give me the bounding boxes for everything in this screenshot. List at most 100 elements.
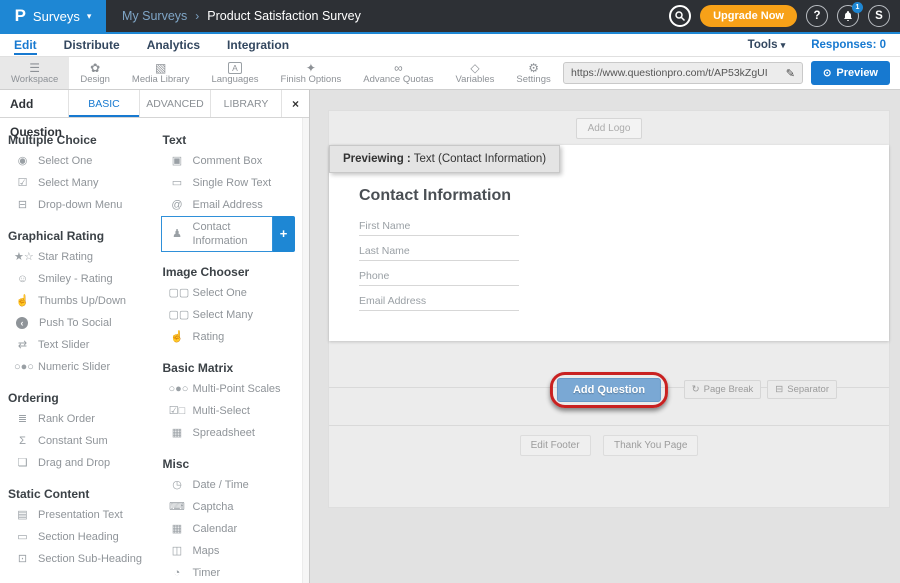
panel-title: Add Question xyxy=(0,90,68,117)
question-type-email-address[interactable]: @ Email Address xyxy=(155,194,310,216)
notifications-button[interactable]: 1 xyxy=(837,5,859,27)
page-break-button[interactable]: ↻Page Break xyxy=(684,380,762,399)
question-type-label: Timer xyxy=(193,566,221,580)
question-type-single-row-text[interactable]: ▭Single Row Text xyxy=(155,172,310,194)
field-first-name[interactable]: First Name xyxy=(359,215,519,236)
question-type-maps[interactable]: ◫Maps xyxy=(155,540,310,562)
question-type-label: Comment Box xyxy=(193,154,263,168)
question-type-section-heading[interactable]: ▭Section Heading xyxy=(0,526,155,548)
product-switcher[interactable]: P Surveys ▾ xyxy=(0,0,106,32)
breadcrumb-my-surveys[interactable]: My Surveys xyxy=(122,9,187,23)
question-mark-icon: ? xyxy=(813,10,820,22)
question-type-drag-and-drop[interactable]: ❏Drag and Drop xyxy=(0,452,155,474)
question-type-select-many[interactable]: ☑Select Many xyxy=(0,172,155,194)
annotation-highlight: Add Question xyxy=(550,372,668,408)
question-type-label: Star Rating xyxy=(38,250,93,264)
question-type-rating[interactable]: ☝Rating xyxy=(155,326,310,348)
question-type-numeric-slider[interactable]: ○●○Numeric Slider xyxy=(0,356,155,378)
question-type-label: Drag and Drop xyxy=(38,456,110,470)
chain-links-icon: ∞ xyxy=(394,62,403,74)
question-type-thumbs-up-down[interactable]: ☝Thumbs Up/Down xyxy=(0,290,155,312)
upgrade-now-button[interactable]: Upgrade Now xyxy=(700,5,797,27)
question-type-label: Multi-Select xyxy=(193,404,250,418)
question-type-label: Multi-Point Scales xyxy=(193,382,281,396)
question-type-rank-order[interactable]: ≣Rank Order xyxy=(0,408,155,430)
question-type-captcha[interactable]: ⌨Captcha xyxy=(155,496,310,518)
question-column-1: Multiple Choice◉Select One☑Select Many⊟D… xyxy=(0,120,155,583)
toolbar-media-library[interactable]: ▧Media Library xyxy=(121,57,201,89)
toolbar-advance-quotas[interactable]: ∞Advance Quotas xyxy=(352,57,444,89)
question-type-text-slider[interactable]: ⇄Text Slider xyxy=(0,334,155,356)
question-type-timer[interactable]: ◔Timer xyxy=(155,562,310,583)
field-last-name[interactable]: Last Name xyxy=(359,240,519,261)
question-type-date-time[interactable]: ◷Date / Time xyxy=(155,474,310,496)
add-contact-information-button[interactable]: + xyxy=(273,216,295,252)
edit-url-icon[interactable]: ✎ xyxy=(786,67,795,80)
tab-integration[interactable]: Integration xyxy=(227,38,289,52)
tab-edit[interactable]: Edit xyxy=(14,38,37,55)
search-button[interactable] xyxy=(669,5,691,27)
separator-icon: ⊟ xyxy=(775,384,783,395)
toolbar-variables[interactable]: ◇Variables xyxy=(445,57,506,89)
question-type-constant-sum[interactable]: ΣConstant Sum xyxy=(0,430,155,452)
field-phone[interactable]: Phone xyxy=(359,265,519,286)
help-button[interactable]: ? xyxy=(806,5,828,27)
question-type-label: Select One xyxy=(38,154,92,168)
panel-tab-basic[interactable]: BASIC xyxy=(68,90,139,117)
toolbar-design[interactable]: ✿Design xyxy=(69,57,121,89)
breadcrumb-current-survey: Product Satisfaction Survey xyxy=(207,9,361,23)
question-type-contact-information[interactable]: ♟Contact Information+ xyxy=(161,216,273,252)
toolbar-settings[interactable]: ⚙Settings xyxy=(505,57,561,89)
question-type-select-one[interactable]: ◉Select One xyxy=(0,150,155,172)
notification-badge: 1 xyxy=(852,2,863,13)
thank-you-page-button[interactable]: Thank You Page xyxy=(603,435,698,456)
toolbar-workspace[interactable]: ☰Workspace xyxy=(0,57,69,89)
question-type-multi-select[interactable]: ☑□Multi-Select xyxy=(155,400,310,422)
toolbar-languages[interactable]: ALanguages xyxy=(200,57,269,89)
question-type-drop-down-menu[interactable]: ⊟Drop-down Menu xyxy=(0,194,155,216)
group-title-static-content: Static Content xyxy=(0,487,155,501)
toolbar-finish-options[interactable]: ✦Finish Options xyxy=(270,57,353,89)
question-type-comment-box[interactable]: ▣Comment Box xyxy=(155,150,310,172)
survey-url-field[interactable]: https://www.questionpro.com/t/AP53kZgUI … xyxy=(563,62,803,84)
image-rating-icon: ☝ xyxy=(169,330,186,344)
add-question-button[interactable]: Add Question xyxy=(557,378,661,402)
question-type-push-to-social[interactable]: ‹Push To Social xyxy=(0,312,155,334)
question-type-calendar[interactable]: ▦Calendar xyxy=(155,518,310,540)
question-type-spreadsheet[interactable]: ▦Spreadsheet xyxy=(155,422,310,444)
panel-tab-advanced[interactable]: ADVANCED xyxy=(139,90,210,117)
question-type-presentation-text[interactable]: ▤Presentation Text xyxy=(0,504,155,526)
add-logo-button[interactable]: Add Logo xyxy=(576,118,643,139)
preview-button[interactable]: ⊙ Preview xyxy=(811,61,890,85)
toolbar-label-media-library: Media Library xyxy=(132,75,190,85)
question-type-label: Select Many xyxy=(38,176,99,190)
question-type-multi-point-scales[interactable]: ○●○Multi-Point Scales xyxy=(155,378,310,400)
avatar[interactable]: S xyxy=(868,5,890,27)
previewing-label: Previewing : Text (Contact Information) xyxy=(329,145,560,173)
thumbs-icon: ☝ xyxy=(14,294,31,308)
responses-count[interactable]: Responses: 0 xyxy=(811,39,886,51)
toolbar-label-design: Design xyxy=(80,75,110,85)
question-column-2: Text▣Comment Box▭Single Row Text@Email A… xyxy=(155,120,310,583)
question-type-star-rating[interactable]: ★☆Star Rating xyxy=(0,246,155,268)
page-footer-row: Edit Footer Thank You Page xyxy=(329,425,889,456)
question-type-label: Email Address xyxy=(193,198,263,212)
question-type-select-many[interactable]: ▢▢Select Many xyxy=(155,304,310,326)
field-email-address[interactable]: Email Address xyxy=(359,290,519,311)
header-actions: Upgrade Now ? 1 S xyxy=(669,5,900,27)
tab-distribute[interactable]: Distribute xyxy=(64,38,120,52)
logo-row: Add Logo xyxy=(329,111,889,145)
tools-menu[interactable]: Tools ▾ xyxy=(748,39,786,51)
toolbar-label-settings: Settings xyxy=(516,75,550,85)
tab-analytics[interactable]: Analytics xyxy=(147,38,200,52)
question-type-smiley-rating[interactable]: ☺Smiley - Rating xyxy=(0,268,155,290)
question-type-columns: Multiple Choice◉Select One☑Select Many⊟D… xyxy=(0,118,309,583)
at-icon: @ xyxy=(169,198,186,212)
close-panel-button[interactable]: × xyxy=(281,90,309,117)
separator-button[interactable]: ⊟Separator xyxy=(767,380,837,399)
question-type-section-sub-heading[interactable]: ⊡Section Sub-Heading xyxy=(0,548,155,570)
panel-tab-library[interactable]: LIBRARY xyxy=(210,90,281,117)
question-type-select-one[interactable]: ▢▢Select One xyxy=(155,282,310,304)
panel-scrollbar[interactable] xyxy=(302,118,309,583)
edit-footer-button[interactable]: Edit Footer xyxy=(520,435,591,456)
